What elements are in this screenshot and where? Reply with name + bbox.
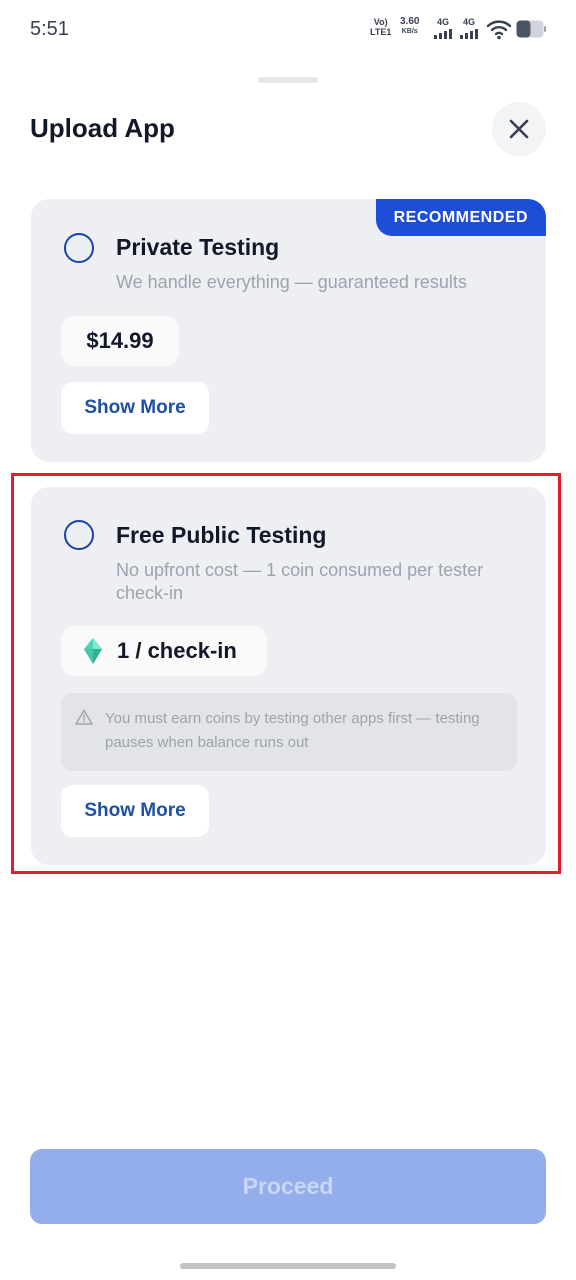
volte-bottom-label: LTE1: [370, 27, 392, 37]
status-time: 5:51: [30, 18, 69, 40]
show-more-button[interactable]: Show More: [61, 382, 209, 434]
network-indicator-2: 4G: [460, 17, 478, 39]
close-icon: [509, 119, 529, 139]
radio-private-testing[interactable]: [64, 233, 94, 263]
signal-bars-icon: [434, 29, 452, 39]
recommended-badge: RECOMMENDED: [375, 199, 546, 236]
close-button[interactable]: [492, 102, 546, 156]
network-speed-value: 3.60: [400, 16, 420, 27]
option-title: Private Testing: [116, 234, 280, 260]
highlight-box: [11, 473, 561, 874]
option-description: We handle everything — guaranteed result…: [116, 272, 467, 292]
network-type-1: 4G: [436, 17, 449, 27]
status-bar: 5:51 Vo) LTE1 3.60 KB/s 4G 4G: [0, 0, 576, 58]
price-pill: $14.99: [61, 316, 179, 366]
network-speed-unit: KB/s: [401, 28, 418, 35]
volte-indicator: Vo) LTE1: [370, 17, 391, 37]
battery-icon: [516, 20, 546, 38]
drag-handle[interactable]: [258, 77, 318, 83]
network-type-2: 4G: [462, 17, 475, 27]
home-indicator[interactable]: [180, 1263, 396, 1269]
sheet-title: Upload App: [30, 113, 175, 143]
network-speed: 3.60 KB/s: [400, 17, 419, 37]
volte-top-label: Vo): [373, 17, 388, 27]
price-value: $14.99: [86, 328, 154, 353]
wifi-icon: [486, 20, 512, 40]
network-indicator-1: 4G: [434, 17, 452, 39]
option-card-private-testing[interactable]: RECOMMENDED Private Testing We handle ev…: [31, 199, 546, 462]
proceed-button[interactable]: Proceed: [30, 1149, 546, 1224]
signal-bars-icon: [460, 29, 478, 39]
